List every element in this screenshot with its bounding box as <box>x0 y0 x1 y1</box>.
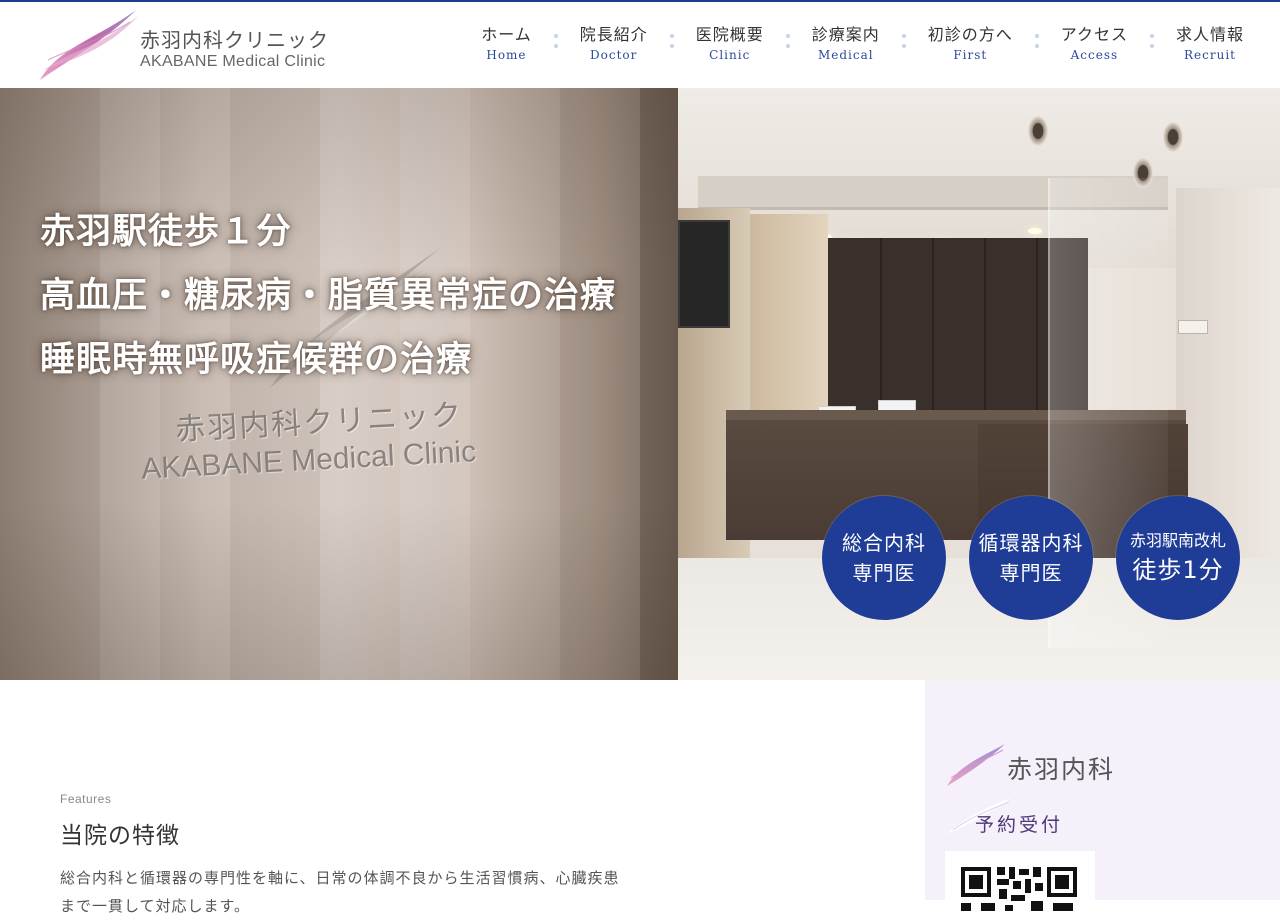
hero-line-sleep-apnea: 睡眠時無呼吸症候群の治療 <box>40 340 473 380</box>
sidebar-logo[interactable]: 赤羽内科 <box>945 742 1145 792</box>
badge-line-2: 専門医 <box>999 561 1063 585</box>
nav-label-jp: アクセス <box>1060 25 1128 44</box>
badge-line-2: 徒歩1分 <box>1132 556 1224 584</box>
reservation-heading: 予約受付 <box>945 796 1145 836</box>
nav-separator <box>785 34 790 48</box>
reservation-qr-code[interactable] <box>945 851 1095 911</box>
features-eyebrow: Features <box>60 792 112 806</box>
clinic-logo[interactable]: 赤羽内科クリニック AKABANE Medical Clinic <box>38 8 338 84</box>
nav-separator <box>1034 34 1039 48</box>
nav-label-en: Access <box>1070 48 1119 62</box>
hero-banner: 赤羽内科クリニック AKABANE Medical Clinic 赤羽駅徒歩１分… <box>0 88 1280 680</box>
nav-separator <box>901 34 906 48</box>
badge-line-1: 赤羽駅南改札 <box>1129 531 1226 550</box>
features-section: Features 当院の特徴 総合内科と循環器の専門性を軸に、日常の体調不良から… <box>60 792 620 920</box>
nav-label-en: Home <box>486 48 527 62</box>
badge-line-1: 総合内科 <box>842 531 926 555</box>
nav-label-jp: 院長紹介 <box>579 25 648 44</box>
nav-label-jp: 求人情報 <box>1175 25 1244 44</box>
swoosh-logo-icon <box>947 744 1005 786</box>
site-header: 赤羽内科クリニック AKABANE Medical Clinic ホーム Hom… <box>0 2 1280 88</box>
badge-line-1: 循環器内科 <box>978 531 1084 555</box>
features-body: 総合内科と循環器の専門性を軸に、日常の体調不良から生活習慣病、心臓疾患まで一貫し… <box>60 869 620 915</box>
nav-separator <box>669 34 674 48</box>
features-title: 当院の特徴 <box>60 823 180 849</box>
nav-label-jp: ホーム <box>481 25 532 44</box>
logo-english-text: AKABANE Medical Clinic <box>140 53 326 70</box>
nav-item-home[interactable]: ホーム Home <box>481 24 532 64</box>
nav-label-en: Clinic <box>709 48 751 62</box>
nav-item-clinic[interactable]: 医院概要 Clinic <box>696 24 764 64</box>
nav-label-jp: 診療案内 <box>811 25 880 44</box>
reservation-label: 予約受付 <box>975 814 1064 836</box>
nav-label-jp: 医院概要 <box>695 25 764 44</box>
badge-line-2: 専門医 <box>852 561 916 585</box>
nav-label-en: Doctor <box>590 48 638 62</box>
badge-general-internal: 総合内科 専門医 <box>822 496 946 620</box>
hero-headline: 赤羽駅徒歩１分 高血圧・糖尿病・脂質異常症の治療 睡眠時無呼吸症候群の治療 <box>40 200 616 392</box>
badge-cardiology: 循環器内科 専門医 <box>969 496 1093 620</box>
nav-label-en: Recruit <box>1184 48 1236 62</box>
qr-code-icon <box>961 867 1077 911</box>
sidebar-logo-text: 赤羽内科 <box>1007 755 1116 784</box>
nav-separator <box>553 34 558 48</box>
nav-item-doctor[interactable]: 院長紹介 Doctor <box>580 24 648 64</box>
nav-label-en: First <box>953 48 988 62</box>
nav-separator <box>1149 34 1154 48</box>
hero-line-walk: 赤羽駅徒歩１分 <box>40 212 293 252</box>
nav-item-recruit[interactable]: 求人情報 Recruit <box>1176 24 1244 64</box>
hero-line-treatment: 高血圧・糖尿病・脂質異常症の治療 <box>40 276 617 316</box>
main-navigation: ホーム Home 院長紹介 Doctor 医院概要 Clinic 診療案内 Me… <box>481 24 1244 64</box>
swoosh-logo-icon <box>40 10 138 80</box>
logo-japanese-text: 赤羽内科クリニック <box>140 28 329 52</box>
nav-label-jp: 初診の方へ <box>927 25 1013 44</box>
nav-label-en: Medical <box>817 48 874 62</box>
reservation-sidebar: 赤羽内科 予約受付 <box>925 680 1280 911</box>
nav-item-access[interactable]: アクセス Access <box>1061 24 1128 64</box>
nav-item-first[interactable]: 初診の方へ First <box>928 24 1013 64</box>
nav-item-medical[interactable]: 診療案内 Medical <box>812 24 880 64</box>
badge-station-walk: 赤羽駅南改札 徒歩1分 <box>1116 496 1240 620</box>
